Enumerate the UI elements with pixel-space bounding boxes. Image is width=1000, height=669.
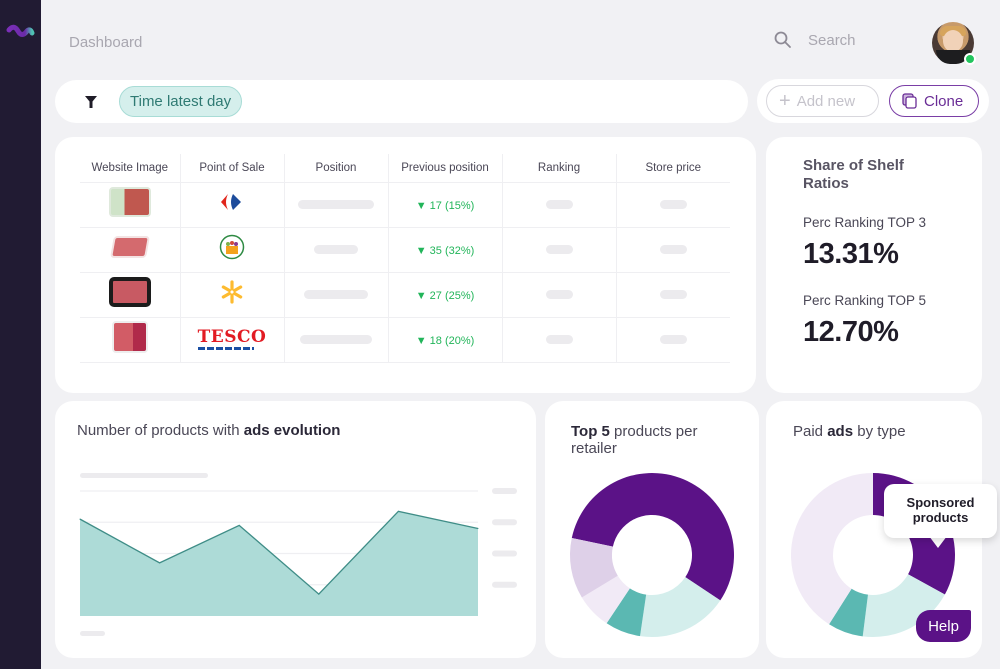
carrefour-logo — [221, 194, 241, 210]
action-buttons: + Add new Clone — [757, 79, 989, 123]
product-image[interactable] — [111, 321, 148, 353]
ranking-placeholder — [545, 289, 573, 299]
ranking-placeholder — [545, 199, 573, 209]
area-chart[interactable] — [55, 401, 536, 658]
table-row[interactable]: ▼ 17 (15%) — [80, 182, 730, 228]
data-point[interactable] — [477, 528, 479, 529]
walmart-logo — [221, 280, 243, 304]
user-avatar[interactable] — [932, 22, 976, 65]
position-placeholder — [304, 289, 368, 299]
legend-placeholder — [80, 473, 208, 478]
avatar-face — [943, 30, 963, 52]
column-header[interactable]: Store price — [616, 154, 730, 183]
copy-icon — [902, 93, 917, 109]
y-tick-label-placeholder — [492, 519, 517, 526]
previous-position-value: ▼ 35 (32%) — [415, 244, 475, 257]
store-price-placeholder — [659, 289, 687, 299]
ads-evolution-card: Number of products with ads evolution — [55, 401, 536, 658]
search-field[interactable]: Search — [774, 31, 856, 49]
breadcrumb[interactable]: Dashboard — [69, 34, 142, 51]
products-table: Website Image Point of Sale Position Pre… — [80, 154, 730, 363]
x-axis-label-placeholder — [80, 631, 105, 636]
add-new-label: Add new — [796, 92, 856, 110]
ranking-placeholder — [545, 244, 573, 254]
data-point[interactable] — [238, 524, 240, 526]
previous-position-value: ▼ 17 (15%) — [415, 199, 475, 212]
products-table-card: Website Image Point of Sale Position Pre… — [55, 137, 756, 393]
store-price-placeholder — [659, 244, 687, 254]
metric-label: Perc Ranking TOP 5 — [803, 293, 927, 308]
data-point[interactable] — [397, 510, 399, 512]
brand-logo-icon[interactable] — [6, 22, 36, 42]
clone-button[interactable]: Clone — [889, 85, 979, 117]
filter-icon[interactable] — [85, 95, 97, 108]
chart-tooltip: Sponsored products — [884, 484, 997, 538]
y-tick-label-placeholder — [492, 581, 517, 588]
y-tick-label-placeholder — [492, 488, 517, 494]
top5-products-card: Top 5 products per retailer — [545, 401, 759, 658]
add-new-button[interactable]: + Add new — [766, 85, 879, 117]
position-placeholder — [314, 244, 358, 254]
card-title: Share of Shelf Ratios — [803, 157, 904, 192]
column-header[interactable]: Position — [284, 154, 389, 183]
product-image[interactable] — [108, 187, 151, 217]
metric-value: 13.31% — [803, 238, 899, 270]
ranking-placeholder — [545, 334, 573, 344]
column-header[interactable]: Point of Sale — [180, 154, 285, 183]
plus-icon: + — [779, 90, 791, 112]
online-status-indicator — [964, 53, 976, 65]
column-header[interactable]: Previous position — [388, 154, 503, 183]
table-header-row: Website Image Point of Sale Position Pre… — [80, 154, 730, 183]
donut-chart-top5[interactable] — [545, 401, 759, 658]
filter-bar: Time latest day — [55, 80, 748, 123]
product-image[interactable] — [109, 236, 150, 258]
position-placeholder — [298, 199, 374, 209]
area-series-fill — [80, 511, 478, 616]
table-row[interactable]: ▼ 35 (32%) — [80, 227, 730, 273]
clone-label: Clone — [924, 92, 964, 110]
metric-value: 12.70% — [803, 316, 899, 348]
position-placeholder — [300, 334, 372, 344]
previous-position-value: ▼ 18 (20%) — [415, 334, 475, 347]
search-placeholder[interactable]: Search — [808, 32, 856, 49]
sidebar — [0, 0, 41, 669]
y-tick-label-placeholder — [492, 550, 517, 557]
product-image[interactable] — [108, 277, 151, 307]
basket-retailer-logo — [219, 234, 245, 260]
share-of-shelf-card: Share of Shelf Ratios Perc Ranking TOP 3… — [766, 137, 982, 393]
store-price-placeholder — [659, 334, 687, 344]
data-point[interactable] — [318, 593, 320, 595]
tesco-logo: TESCO — [197, 329, 267, 350]
filter-chip-time[interactable]: Time latest day — [119, 86, 243, 117]
previous-position-value: ▼ 27 (25%) — [415, 289, 475, 302]
table-row[interactable]: TESCO ▼ 18 (20%) — [80, 317, 730, 363]
column-header[interactable]: Website Image — [80, 154, 181, 183]
table-row[interactable]: ▼ 27 (25%) — [80, 272, 730, 318]
data-point[interactable] — [159, 562, 161, 564]
store-price-placeholder — [659, 199, 687, 209]
metric-label: Perc Ranking TOP 3 — [803, 215, 927, 230]
search-icon — [774, 31, 791, 48]
column-header[interactable]: Ranking — [502, 154, 617, 183]
help-button[interactable]: Help — [916, 610, 971, 642]
data-point[interactable] — [79, 518, 81, 520]
